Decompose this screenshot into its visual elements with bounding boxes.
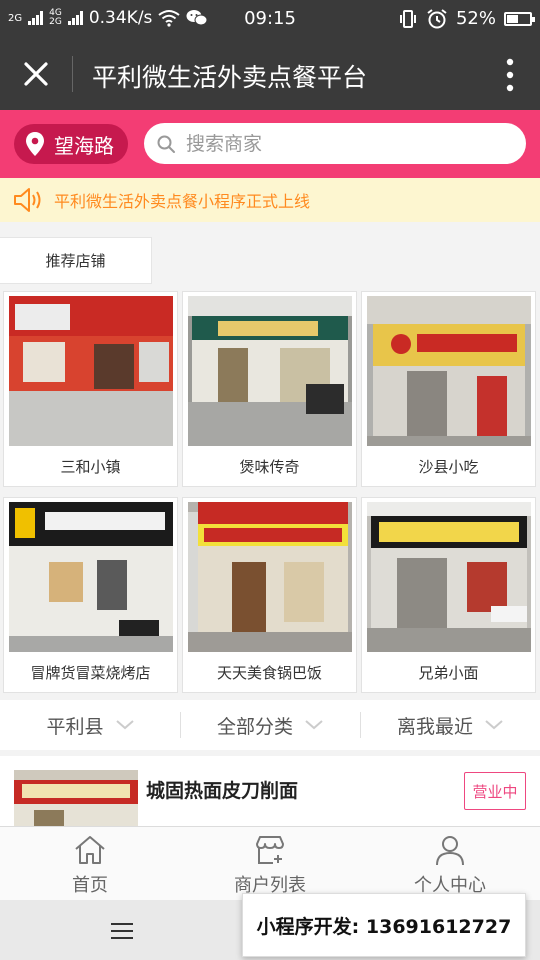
tab-home-label: 首页 [72,875,108,896]
shop-card[interactable]: 沙县小吃 [361,291,536,487]
shop-photo [188,502,352,652]
filter-sort[interactable]: 离我最近 [360,700,540,750]
search-header: 望海路 [0,110,540,178]
title-divider [72,56,73,92]
bottom-tab-bar: 首页 商户列表 个人中心 [0,826,540,900]
shop-name: 天天美食锅巴饭 [216,664,322,682]
shop-photo [9,502,173,652]
filter-region-label: 平利县 [46,715,104,738]
shop-photo [367,296,531,446]
filter-bar: 平利县 全部分类 离我最近 [0,700,540,750]
promo-overlay: 小程序开发: 13691612727 [242,893,526,957]
chevron-down-icon [485,720,503,730]
location-button[interactable]: 望海路 [14,124,128,164]
announcement-bar[interactable]: 平利微生活外卖点餐小程序正式上线 [0,178,540,222]
shop-name: 煲味传奇 [239,458,300,476]
shop-photo [367,502,531,652]
shop-card[interactable]: 冒牌货冒菜烧烤店 [3,497,178,693]
speaker-icon [14,188,41,212]
title-bar: 平利微生活外卖点餐平台 [0,38,540,110]
chevron-down-icon [115,720,134,730]
shop-list-name: 城固热面皮刀削面 [146,780,299,802]
shop-card[interactable]: 兄弟小面 [361,497,536,693]
alarm-icon [427,8,447,28]
status-right: 52% [398,8,535,29]
close-icon[interactable] [18,56,54,92]
shop-name: 兄弟小面 [418,664,479,682]
tab-home[interactable]: 首页 [0,827,180,900]
tab-merchants[interactable]: 商户列表 [180,827,360,900]
tab-profile[interactable]: 个人中心 [360,827,540,900]
home-icon [75,836,105,864]
battery-icon [504,11,535,26]
shop-photo [188,296,352,446]
search-input[interactable] [186,132,486,155]
recommended-shop-grid: 三和小镇 煲味传奇 沙县小吃 冒牌货冒菜烧烤店 天天美食锅巴饭 兄弟小面 [3,291,537,693]
chevron-down-icon [305,720,323,730]
vibrate-icon [399,9,416,28]
shop-thumbnail [14,770,138,826]
filter-category-label: 全部分类 [216,715,293,738]
shop-name: 三和小镇 [60,458,121,476]
shop-name: 冒牌货冒菜烧烤店 [30,664,151,682]
user-icon [436,836,464,866]
filter-sort-label: 离我最近 [396,715,473,738]
status-bar: 2G 4G 2G 0.34K/s 09:15 52% [0,0,540,38]
filter-region[interactable]: 平利县 [0,700,180,750]
menu-icon[interactable] [110,922,134,940]
battery-fill [507,14,518,23]
store-icon [256,836,284,864]
shop-name: 沙县小吃 [418,458,479,476]
status-badge: 营业中 [464,772,526,810]
shop-photo [9,296,173,446]
announcement-text: 平利微生活外卖点餐小程序正式上线 [54,192,311,211]
location-label: 望海路 [54,133,114,158]
search-box[interactable] [144,123,526,164]
tab-recommended-shops[interactable]: 推荐店铺 [0,237,152,284]
more-icon[interactable] [506,58,514,92]
shop-list-item[interactable]: 城固热面皮刀削面 营业中 [0,756,540,826]
search-icon [157,135,175,153]
shop-card[interactable]: 三和小镇 [3,291,178,487]
shop-card[interactable]: 煲味传奇 [182,291,357,487]
filter-category[interactable]: 全部分类 [180,700,360,750]
page-title: 平利微生活外卖点餐平台 [92,63,368,92]
battery-percent: 52% [455,8,496,29]
location-pin-icon [26,132,44,156]
shop-card[interactable]: 天天美食锅巴饭 [182,497,357,693]
